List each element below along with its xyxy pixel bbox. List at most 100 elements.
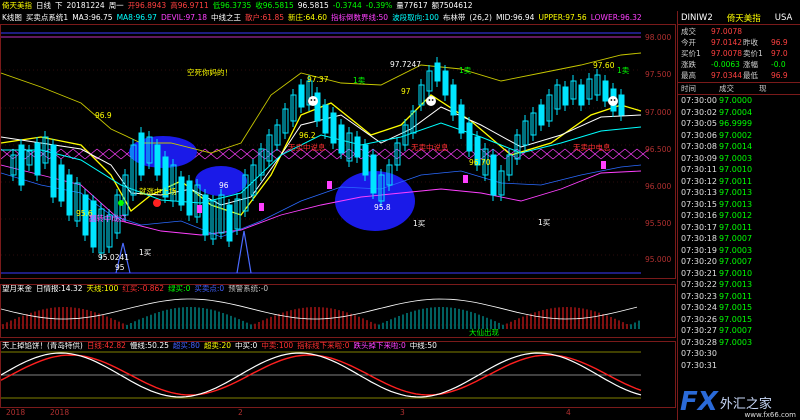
candle-body [18, 144, 25, 186]
quote-title: DINIW2 倚天美指 USA [678, 11, 800, 25]
bar-pct: -0.39% [365, 1, 393, 10]
quote-value: 96.9 [771, 71, 788, 80]
signal-dot [153, 199, 161, 207]
tick-row[interactable]: 07:30:09 97.0003 [678, 153, 800, 165]
tick-row[interactable]: 07:30:20 97.0007 [678, 256, 800, 268]
symbol-name[interactable]: 倚天美指 [2, 0, 32, 11]
tick-price: 97.0007 [719, 234, 753, 243]
tick-time: 07:30:18 [681, 234, 717, 243]
signal-marker [327, 181, 332, 189]
signal-text: 翻转中成交 [89, 214, 127, 223]
tick-time: 07:30:31 [681, 360, 717, 370]
candle-body [90, 200, 97, 248]
tick-row[interactable]: 07:30:30 [678, 348, 800, 360]
tick-row[interactable]: 07:30:17 97.0011 [678, 222, 800, 234]
tick-price: 97.0013 [719, 280, 753, 289]
tick-price: 97.0000 [719, 96, 753, 105]
quote-value: -0.0063 [711, 60, 740, 69]
candle-body [602, 80, 609, 102]
tick-price: 97.0007 [719, 257, 753, 266]
candle-body [226, 204, 233, 242]
sub1-chart-panel[interactable]: 大仙出现 [0, 284, 676, 338]
boll-upper-line [1, 52, 642, 154]
tick-row[interactable]: 07:30:21 97.0010 [678, 268, 800, 280]
tick-time: 07:30:16 [681, 211, 717, 220]
quote-value: 96.9 [771, 38, 788, 47]
candle-body [298, 84, 305, 108]
tick-row[interactable]: 07:30:23 97.0011 [678, 291, 800, 303]
tick-row[interactable]: 07:30:12 97.0011 [678, 176, 800, 188]
candle-body [578, 84, 585, 106]
main-chart-panel[interactable]: 98.000 97.500 97.000 96.500 96.000 95.50… [0, 24, 676, 279]
boll-mid: MID:96.94 [495, 13, 535, 22]
price-label: 97.7247 [390, 60, 422, 69]
tick-row[interactable]: 07:30:05 96.9999 [678, 118, 800, 130]
y-axis-label: 96.500 [645, 145, 672, 154]
ellipse-label: 96 [219, 181, 229, 190]
candle-body [434, 62, 441, 82]
quote-value: -0.0 [771, 60, 786, 69]
oscillator-chart[interactable] [1, 285, 677, 339]
tick-row[interactable]: 07:30:00 97.0000 [678, 95, 800, 107]
tick-time: 07:30:06 [681, 130, 717, 140]
boll-lower: LOWER:96.32 [590, 13, 642, 22]
quote-value [771, 26, 800, 37]
tick-row[interactable]: 07:30:02 97.0004 [678, 107, 800, 119]
signal-marker [259, 203, 264, 211]
candle-body [138, 132, 145, 176]
ma8-line [1, 122, 642, 204]
tick-time: 07:30:13 [681, 188, 717, 197]
tick-row[interactable]: 07:30:31 [678, 360, 800, 372]
tick-row[interactable]: 07:30:18 97.0007 [678, 233, 800, 245]
tick-price: 97.0010 [719, 268, 753, 278]
tick-row[interactable]: 07:30:11 97.0010 [678, 164, 800, 176]
price-label: 95.8 [374, 203, 391, 212]
price-label: 96.9 [95, 111, 112, 120]
tick-price: 97.0011 [719, 222, 753, 232]
tick-time: 07:30:21 [681, 268, 717, 278]
tick-row[interactable]: 07:30:28 97.0003 [678, 337, 800, 349]
tick-price: 97.0002 [719, 130, 753, 140]
tick-list[interactable]: 07:30:00 97.0000 07:30:02 97.0004 07:30:05 96… [678, 95, 800, 371]
tick-row[interactable]: 07:30:26 97.0015 [678, 314, 800, 326]
price-label: 96.70 [469, 158, 491, 167]
tick-row[interactable]: 07:30:27 97.0007 [678, 325, 800, 337]
period-label[interactable]: 日线 [36, 0, 51, 11]
tick-time: 07:30:28 [681, 337, 717, 347]
tick-time: 07:30:09 [681, 153, 717, 163]
kdj-chart[interactable] [1, 342, 677, 409]
quote-symbol[interactable]: DINIW2 [681, 13, 713, 23]
tick-time: 07:30:15 [681, 199, 717, 209]
candle-body [178, 176, 185, 206]
quote-value: 97.0078 [711, 49, 743, 58]
tick-price: 97.0012 [719, 211, 753, 220]
tick-row[interactable]: 07:30:06 97.0002 [678, 130, 800, 142]
tick-row[interactable]: 07:30:08 97.0014 [678, 141, 800, 153]
watermark-url: www.fx66.com [744, 411, 796, 419]
tick-price: 97.0015 [719, 314, 753, 324]
quote-label: 最高 [681, 71, 696, 80]
tick-time: 07:30:22 [681, 280, 717, 289]
quote-name: 倚天美指 [726, 13, 761, 24]
smiley-icon [426, 96, 436, 106]
candle-body [34, 142, 41, 176]
system-label[interactable]: 买卖点系统1 [26, 12, 68, 23]
bar-low: 低96.3735 [212, 1, 252, 10]
tick-row[interactable]: 07:30:13 97.0013 [678, 187, 800, 199]
quote-sidebar: DINIW2 倚天美指 USA 成交 97.0078 今开 97.0142 昨收 96.9… [677, 11, 800, 420]
candle-body [50, 144, 57, 198]
quote-value: 97.0344 [711, 71, 743, 80]
kline-label[interactable]: K线图 [2, 12, 22, 23]
tick-row[interactable]: 07:30:24 97.0015 [678, 302, 800, 314]
sub2-chart-panel[interactable] [0, 341, 676, 408]
tick-price: 97.0011 [719, 291, 753, 301]
smiley-icon [308, 96, 318, 106]
tick-row[interactable]: 07:30:16 97.0012 [678, 210, 800, 222]
tick-row[interactable]: 07:30:19 97.0003 [678, 245, 800, 257]
candle-body [202, 194, 209, 236]
tick-row[interactable]: 07:30:15 97.0013 [678, 199, 800, 211]
bar-open: 开96.8943 [127, 1, 167, 10]
tick-row[interactable]: 07:30:22 97.0013 [678, 279, 800, 291]
bodong-value: 波段取向:100 [392, 13, 439, 22]
candle-body [562, 86, 569, 106]
